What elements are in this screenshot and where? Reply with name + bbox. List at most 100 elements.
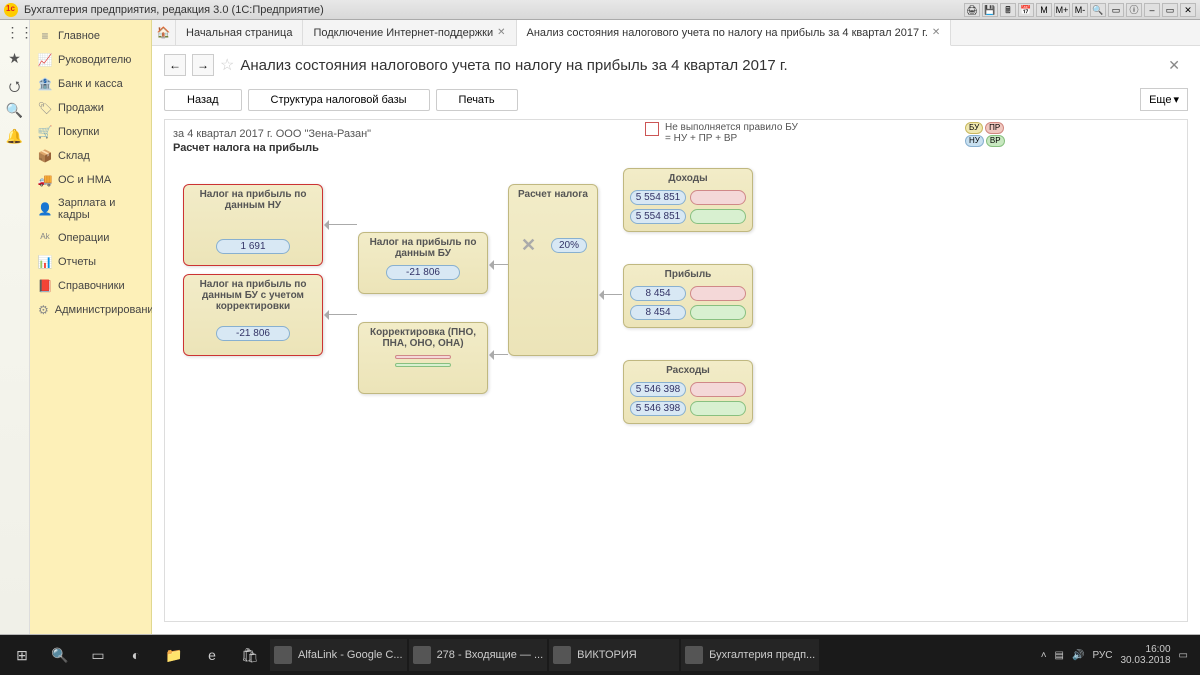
sidebar-item-salary[interactable]: 👤Зарплата и кадры	[30, 192, 151, 226]
arrow-icon	[490, 354, 508, 355]
bell-icon[interactable]: 🔔	[6, 128, 24, 146]
block-title: Налог на прибыль по данным БУ	[359, 233, 487, 263]
sidebar-item-purchases[interactable]: 🛒Покупки	[30, 120, 151, 144]
lang-indicator[interactable]: РУС	[1092, 650, 1112, 661]
sidebar-item-directories[interactable]: 📕Справочники	[30, 274, 151, 298]
calendar-icon[interactable]: 📅	[1018, 3, 1034, 17]
notifications-icon[interactable]: ▭	[1179, 650, 1188, 661]
tray-up-icon[interactable]: ˄	[1041, 650, 1047, 661]
block-tax-nu[interactable]: Налог на прибыль по данным НУ 1 691	[183, 184, 323, 266]
tab-analysis[interactable]: Анализ состояния налогового учета по нал…	[517, 20, 952, 46]
sidebar-item-bank[interactable]: 🏦Банк и касса	[30, 72, 151, 96]
browser-icon[interactable]: ◐	[118, 639, 154, 671]
print-icon[interactable]: 🖨	[964, 3, 980, 17]
sidebar-item-warehouse[interactable]: 📦Склад	[30, 144, 151, 168]
page-close-button[interactable]: ✕	[1160, 57, 1188, 74]
taskbar-item[interactable]: ВИКТОРИЯ	[549, 639, 679, 671]
block-profit[interactable]: Прибыль 8 454 8 454	[623, 264, 753, 328]
m-minus-icon[interactable]: M-	[1072, 3, 1088, 17]
maximize-button[interactable]: ▭	[1162, 3, 1178, 17]
sidebar-item-main[interactable]: ≡Главное	[30, 24, 151, 48]
clock-date: 30.03.2018	[1120, 655, 1170, 666]
star-icon[interactable]: ★	[6, 50, 24, 68]
explorer-icon[interactable]: 📁	[156, 639, 192, 671]
value-pill: -21 806	[216, 326, 290, 341]
window-icon[interactable]: ▭	[1108, 3, 1124, 17]
sidebar-item-label: Банк и касса	[58, 78, 123, 90]
taskbar-item[interactable]: Бухгалтерия предп...	[681, 639, 819, 671]
block-title: Налог на прибыль по данным БУ с учетом к…	[184, 275, 322, 316]
app-icon	[413, 646, 431, 664]
apps-icon[interactable]: ⋮⋮⋮	[6, 24, 24, 42]
task-view-button[interactable]: ▭	[80, 639, 116, 671]
minimize-button[interactable]: –	[1144, 3, 1160, 17]
cart-icon: 🛒	[38, 125, 52, 139]
home-tab-icon[interactable]: 🏠	[152, 20, 176, 45]
arrow-icon	[600, 294, 622, 295]
favorite-icon[interactable]: ☆	[220, 55, 234, 75]
diagram: Налог на прибыль по данным НУ 1 691 Нало…	[173, 174, 1179, 622]
more-button[interactable]: Еще▾	[1140, 88, 1188, 111]
sidebar-item-operations[interactable]: ᴬᵏ Операции	[30, 226, 151, 250]
sidebar-item-label: Справочники	[58, 280, 125, 292]
window-buttons: 🖨 💾 🖩 📅 M M+ M- 🔍 ▭ ⓘ – ▭ ✕	[964, 3, 1196, 17]
content-panel: за 4 квартал 2017 г. ООО "Зена-Разан" Ра…	[164, 119, 1188, 622]
sidebar-item-label: Главное	[58, 30, 100, 42]
block-tax-bu[interactable]: Налог на прибыль по данным БУ -21 806	[358, 232, 488, 294]
block-expense[interactable]: Расходы 5 546 398 5 546 398	[623, 360, 753, 424]
sidebar-item-label: Продажи	[58, 102, 104, 114]
close-button[interactable]: ✕	[1180, 3, 1196, 17]
sidebar-item-sales[interactable]: 🏷Продажи	[30, 96, 151, 120]
back-button[interactable]: Назад	[164, 89, 242, 111]
sidebar-item-reports[interactable]: 📊Отчеты	[30, 250, 151, 274]
person-icon: 👤	[38, 202, 52, 216]
tab-home[interactable]: Начальная страница	[176, 20, 303, 45]
calc-icon[interactable]: 🖩	[1000, 3, 1016, 17]
close-icon[interactable]: ✕	[497, 27, 505, 38]
nav-back-button[interactable]: ←	[164, 54, 186, 76]
empty-pill	[690, 305, 746, 320]
rate-pill: 20%	[551, 238, 587, 253]
start-button[interactable]: ⊞	[4, 639, 40, 671]
sidebar-item-admin[interactable]: ⚙Администрирование	[30, 298, 151, 322]
block-calc[interactable]: Расчет налога ✕ 20%	[508, 184, 598, 356]
edge-icon[interactable]: e	[194, 639, 230, 671]
structure-button[interactable]: Структура налоговой базы	[248, 89, 430, 111]
clock[interactable]: 16:00 30.03.2018	[1120, 644, 1170, 666]
empty-pill	[690, 190, 746, 205]
search-button[interactable]: 🔍	[42, 639, 78, 671]
sidebar-item-label: Операции	[58, 232, 109, 244]
report-icon: 📊	[38, 255, 52, 269]
network-icon[interactable]: ▤	[1055, 650, 1064, 661]
taskbar-label: AlfaLink - Google C...	[298, 649, 403, 661]
taskbar-item[interactable]: 278 - Входящие — ...	[409, 639, 548, 671]
value-pill: 5 554 851	[630, 209, 686, 224]
search-icon[interactable]: 🔍	[1090, 3, 1106, 17]
badge-nu: НУ	[965, 135, 984, 147]
m-plus-icon[interactable]: M+	[1054, 3, 1070, 17]
history-icon[interactable]: ⭯	[6, 76, 24, 94]
volume-icon[interactable]: 🔊	[1072, 650, 1084, 661]
search-icon[interactable]: 🔍	[6, 102, 24, 120]
block-correction[interactable]: Корректировка (ПНО, ПНА, ОНО, ОНА)	[358, 322, 488, 394]
info-icon[interactable]: ⓘ	[1126, 3, 1142, 17]
sidebar-item-manager[interactable]: 📈Руководителю	[30, 48, 151, 72]
save-icon[interactable]: 💾	[982, 3, 998, 17]
tab-support[interactable]: Подключение Интернет-поддержки ✕	[303, 20, 516, 45]
sidebar-item-assets[interactable]: 🚚ОС и НМА	[30, 168, 151, 192]
tab-label: Подключение Интернет-поддержки	[313, 27, 493, 39]
more-label: Еще	[1149, 94, 1171, 106]
m-icon[interactable]: M	[1036, 3, 1052, 17]
clock-time: 16:00	[1120, 644, 1170, 655]
close-icon[interactable]: ✕	[932, 27, 940, 38]
ops-icon: ᴬᵏ	[38, 231, 52, 245]
block-tax-bu-corr[interactable]: Налог на прибыль по данным БУ с учетом к…	[183, 274, 323, 356]
taskbar-item[interactable]: AlfaLink - Google C...	[270, 639, 407, 671]
store-icon[interactable]: 🛍	[232, 639, 268, 671]
block-income[interactable]: Доходы 5 554 851 5 554 851	[623, 168, 753, 232]
print-button[interactable]: Печать	[436, 89, 518, 111]
nav-forward-button[interactable]: →	[192, 54, 214, 76]
block-title: Расходы	[624, 361, 752, 380]
empty-pill	[690, 286, 746, 301]
legend-square-icon	[645, 122, 659, 136]
